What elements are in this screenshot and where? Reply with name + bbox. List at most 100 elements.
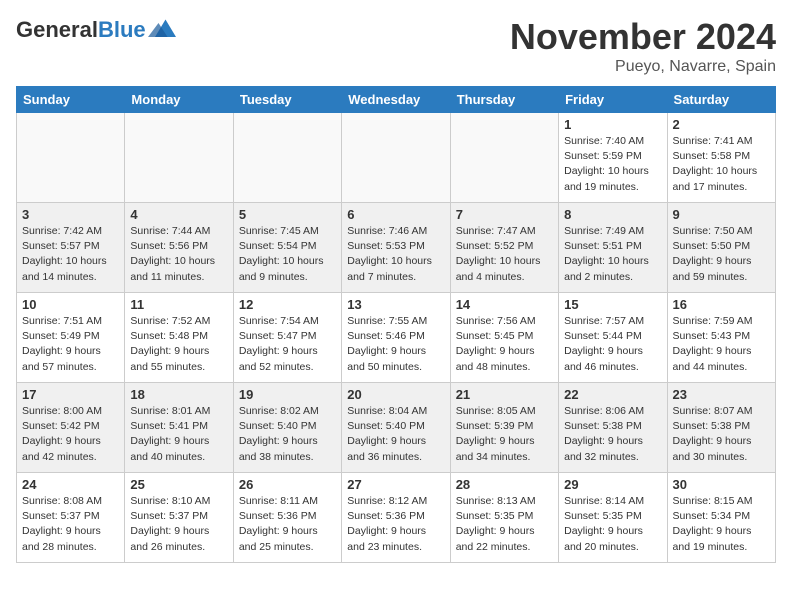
day-info: Sunrise: 7:45 AM Sunset: 5:54 PM Dayligh… [239, 224, 336, 285]
calendar-cell: 28 Sunrise: 8:13 AM Sunset: 5:35 PM Dayli… [450, 473, 558, 563]
day-info: Sunrise: 7:56 AM Sunset: 5:45 PM Dayligh… [456, 314, 553, 375]
day-info: Sunrise: 7:50 AM Sunset: 5:50 PM Dayligh… [673, 224, 770, 285]
calendar-cell: 5 Sunrise: 7:45 AM Sunset: 5:54 PM Daylig… [233, 203, 341, 293]
day-info: Sunrise: 7:41 AM Sunset: 5:58 PM Dayligh… [673, 134, 770, 195]
day-number: 15 [564, 297, 661, 312]
calendar-cell: 26Sunrise: 8:11 AM Sunset: 5:36 PM Dayli… [233, 473, 341, 563]
location: Pueyo, Navarre, Spain [510, 58, 776, 76]
calendar-cell: 15 Sunrise: 7:57 AM Sunset: 5:44 PM Dayli… [559, 293, 667, 383]
calendar-cell: 23Sunrise: 8:07 AM Sunset: 5:38 PM Dayli… [667, 383, 775, 473]
day-info: Sunrise: 8:08 AM Sunset: 5:37 PM Dayligh… [22, 494, 119, 555]
day-info: Sunrise: 7:49 AM Sunset: 5:51 PM Dayligh… [564, 224, 661, 285]
calendar-header-wednesday: Wednesday [342, 87, 450, 113]
day-number: 10 [22, 297, 119, 312]
day-info: Sunrise: 7:47 AM Sunset: 5:52 PM Dayligh… [456, 224, 553, 285]
calendar-week-3: 17 Sunrise: 8:00 AM Sunset: 5:42 PM Dayli… [17, 383, 776, 473]
day-info: Sunrise: 7:40 AM Sunset: 5:59 PM Dayligh… [564, 134, 661, 195]
calendar-cell: 29 Sunrise: 8:14 AM Sunset: 5:35 PM Dayli… [559, 473, 667, 563]
calendar-cell: 10Sunrise: 7:51 AM Sunset: 5:49 PM Dayli… [17, 293, 125, 383]
calendar-cell: 3Sunrise: 7:42 AM Sunset: 5:57 PM Daylig… [17, 203, 125, 293]
calendar-week-1: 3Sunrise: 7:42 AM Sunset: 5:57 PM Daylig… [17, 203, 776, 293]
day-info: Sunrise: 7:57 AM Sunset: 5:44 PM Dayligh… [564, 314, 661, 375]
month-title: November 2024 [510, 16, 776, 58]
calendar-header-saturday: Saturday [667, 87, 775, 113]
calendar-cell: 19 Sunrise: 8:02 AM Sunset: 5:40 PM Dayli… [233, 383, 341, 473]
day-number: 25 [130, 477, 227, 492]
day-info: Sunrise: 7:46 AM Sunset: 5:53 PM Dayligh… [347, 224, 444, 285]
calendar-cell: 16 Sunrise: 7:59 AM Sunset: 5:43 PM Dayli… [667, 293, 775, 383]
day-info: Sunrise: 8:13 AM Sunset: 5:35 PM Dayligh… [456, 494, 553, 555]
calendar-cell: 12 Sunrise: 7:54 AM Sunset: 5:47 PM Dayli… [233, 293, 341, 383]
calendar-cell: 21 Sunrise: 8:05 AM Sunset: 5:39 PM Dayli… [450, 383, 558, 473]
title-block: November 2024 Pueyo, Navarre, Spain [510, 16, 776, 76]
day-number: 3 [22, 207, 119, 222]
calendar-header-monday: Monday [125, 87, 233, 113]
day-info: Sunrise: 8:10 AM Sunset: 5:37 PM Dayligh… [130, 494, 227, 555]
logo-icon [148, 16, 176, 44]
calendar-cell: 13Sunrise: 7:55 AM Sunset: 5:46 PM Dayli… [342, 293, 450, 383]
day-number: 19 [239, 387, 336, 402]
day-number: 6 [347, 207, 444, 222]
calendar-header-sunday: Sunday [17, 87, 125, 113]
calendar-cell: 30Sunrise: 8:15 AM Sunset: 5:34 PM Dayli… [667, 473, 775, 563]
day-info: Sunrise: 7:54 AM Sunset: 5:47 PM Dayligh… [239, 314, 336, 375]
day-number: 9 [673, 207, 770, 222]
day-number: 12 [239, 297, 336, 312]
day-number: 2 [673, 117, 770, 132]
logo: GeneralBlue [16, 16, 176, 44]
calendar-cell: 1 Sunrise: 7:40 AM Sunset: 5:59 PM Daylig… [559, 113, 667, 203]
day-number: 24 [22, 477, 119, 492]
calendar-header-friday: Friday [559, 87, 667, 113]
day-number: 7 [456, 207, 553, 222]
calendar-cell: 9 Sunrise: 7:50 AM Sunset: 5:50 PM Daylig… [667, 203, 775, 293]
day-info: Sunrise: 8:02 AM Sunset: 5:40 PM Dayligh… [239, 404, 336, 465]
calendar-week-2: 10Sunrise: 7:51 AM Sunset: 5:49 PM Dayli… [17, 293, 776, 383]
calendar-cell: 11 Sunrise: 7:52 AM Sunset: 5:48 PM Dayli… [125, 293, 233, 383]
calendar-cell: 4Sunrise: 7:44 AM Sunset: 5:56 PM Daylig… [125, 203, 233, 293]
day-number: 16 [673, 297, 770, 312]
day-info: Sunrise: 7:59 AM Sunset: 5:43 PM Dayligh… [673, 314, 770, 375]
calendar-cell: 2 Sunrise: 7:41 AM Sunset: 5:58 PM Daylig… [667, 113, 775, 203]
calendar-cell: 17 Sunrise: 8:00 AM Sunset: 5:42 PM Dayli… [17, 383, 125, 473]
day-number: 23 [673, 387, 770, 402]
calendar-cell: 18 Sunrise: 8:01 AM Sunset: 5:41 PM Dayli… [125, 383, 233, 473]
day-number: 22 [564, 387, 661, 402]
calendar-cell [233, 113, 341, 203]
day-info: Sunrise: 8:05 AM Sunset: 5:39 PM Dayligh… [456, 404, 553, 465]
logo-blue: Blue [98, 17, 146, 42]
day-info: Sunrise: 8:12 AM Sunset: 5:36 PM Dayligh… [347, 494, 444, 555]
day-info: Sunrise: 8:15 AM Sunset: 5:34 PM Dayligh… [673, 494, 770, 555]
page-header: GeneralBlue November 2024 Pueyo, Navarre… [16, 16, 776, 76]
day-number: 5 [239, 207, 336, 222]
day-info: Sunrise: 8:14 AM Sunset: 5:35 PM Dayligh… [564, 494, 661, 555]
day-number: 1 [564, 117, 661, 132]
calendar-header-thursday: Thursday [450, 87, 558, 113]
calendar-cell: 27Sunrise: 8:12 AM Sunset: 5:36 PM Dayli… [342, 473, 450, 563]
calendar-cell [17, 113, 125, 203]
day-info: Sunrise: 8:04 AM Sunset: 5:40 PM Dayligh… [347, 404, 444, 465]
day-number: 14 [456, 297, 553, 312]
day-number: 11 [130, 297, 227, 312]
day-number: 21 [456, 387, 553, 402]
day-info: Sunrise: 8:01 AM Sunset: 5:41 PM Dayligh… [130, 404, 227, 465]
calendar-cell: 6 Sunrise: 7:46 AM Sunset: 5:53 PM Daylig… [342, 203, 450, 293]
day-info: Sunrise: 8:00 AM Sunset: 5:42 PM Dayligh… [22, 404, 119, 465]
day-info: Sunrise: 8:06 AM Sunset: 5:38 PM Dayligh… [564, 404, 661, 465]
calendar-cell: 24 Sunrise: 8:08 AM Sunset: 5:37 PM Dayli… [17, 473, 125, 563]
day-number: 26 [239, 477, 336, 492]
calendar-cell [450, 113, 558, 203]
day-info: Sunrise: 7:52 AM Sunset: 5:48 PM Dayligh… [130, 314, 227, 375]
day-number: 29 [564, 477, 661, 492]
day-number: 13 [347, 297, 444, 312]
calendar-cell [342, 113, 450, 203]
calendar-cell [125, 113, 233, 203]
day-number: 18 [130, 387, 227, 402]
calendar-cell: 14 Sunrise: 7:56 AM Sunset: 5:45 PM Dayli… [450, 293, 558, 383]
day-number: 17 [22, 387, 119, 402]
calendar-table: SundayMondayTuesdayWednesdayThursdayFrid… [16, 86, 776, 563]
logo-general: General [16, 17, 98, 42]
day-number: 8 [564, 207, 661, 222]
calendar-cell: 22 Sunrise: 8:06 AM Sunset: 5:38 PM Dayli… [559, 383, 667, 473]
calendar-cell: 8 Sunrise: 7:49 AM Sunset: 5:51 PM Daylig… [559, 203, 667, 293]
day-number: 28 [456, 477, 553, 492]
